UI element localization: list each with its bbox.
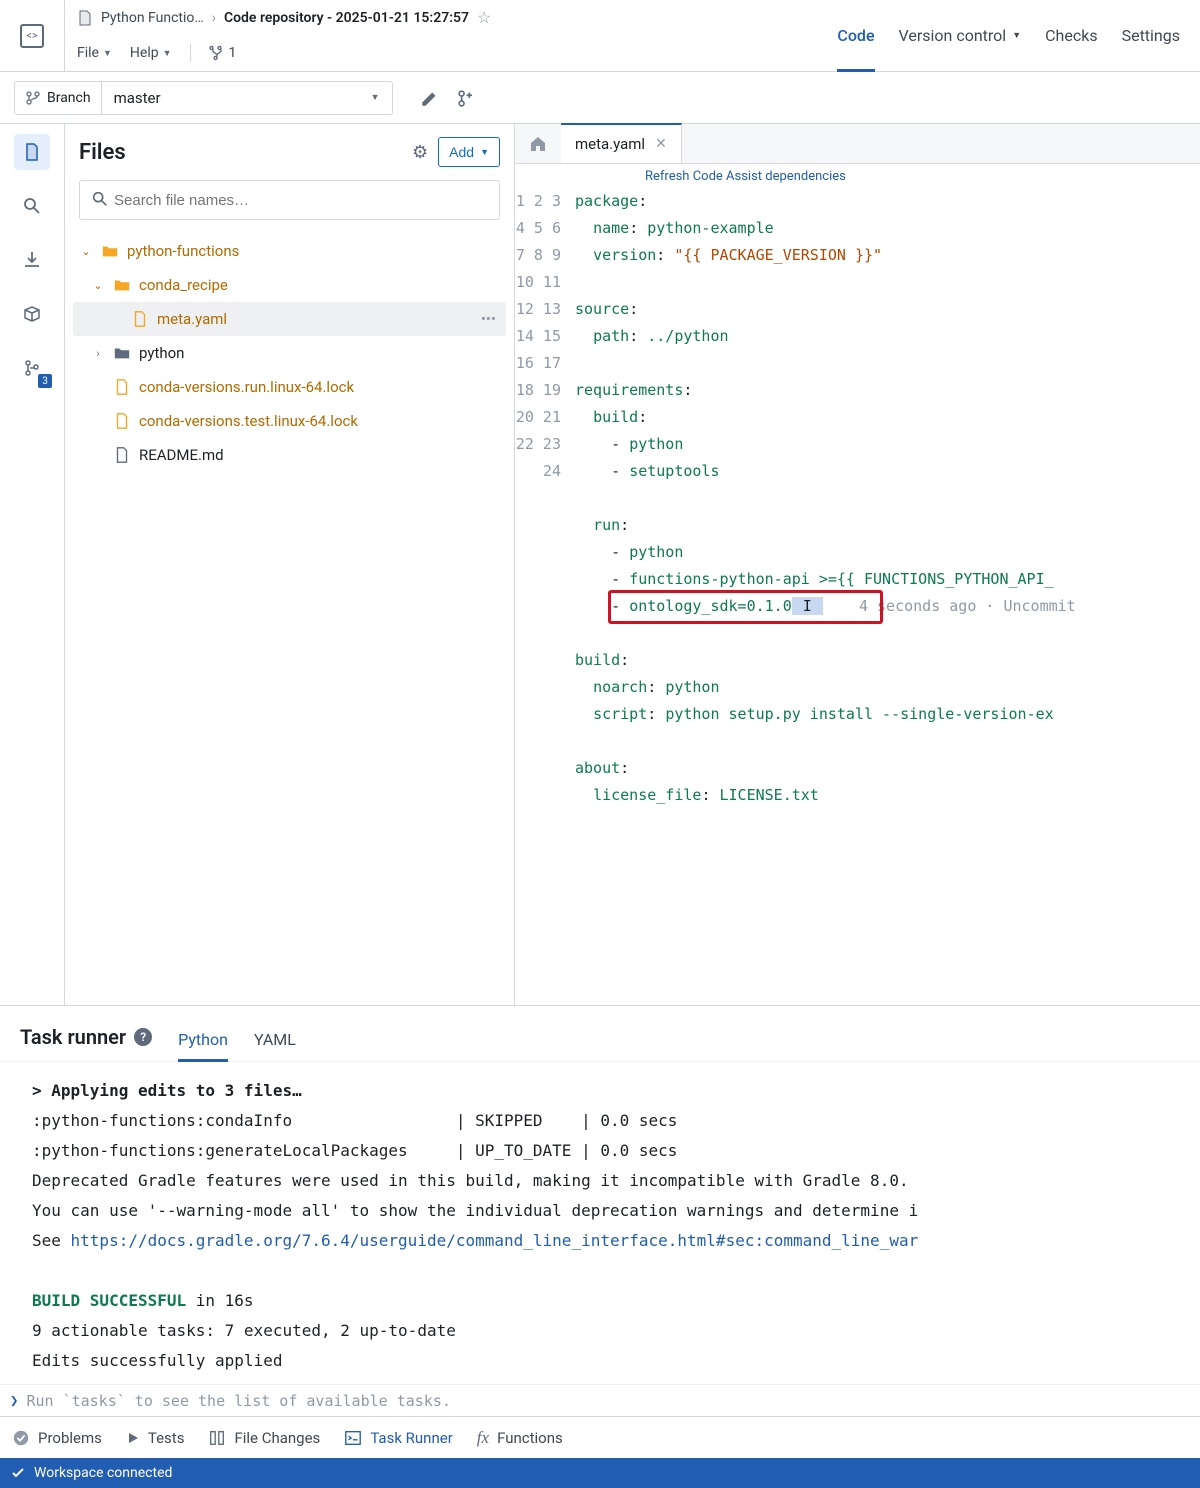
search-input[interactable]	[79, 180, 500, 220]
check-icon	[10, 1465, 26, 1481]
tree-file-meta[interactable]: meta.yaml •••	[73, 302, 506, 336]
task-tab-yaml[interactable]: YAML	[254, 1030, 296, 1061]
status-task-runner[interactable]: Task Runner	[344, 1429, 452, 1447]
rail-download[interactable]	[14, 242, 50, 278]
left-rail: 3	[0, 124, 65, 1005]
code-lines[interactable]: package: name: python-example version: "…	[575, 188, 1200, 1005]
menu-file[interactable]: File▼	[77, 45, 112, 61]
fork-indicator[interactable]: 1	[209, 45, 237, 61]
breadcrumb-current[interactable]: Code repository - 2025-01-21 15:27:57	[224, 10, 469, 26]
console-prompt[interactable]: ❯ Run `tasks` to see the list of availab…	[0, 1384, 1200, 1416]
task-header: Task runner ? Python YAML	[0, 1006, 1200, 1062]
top-bar: <> Python Functio… › Code repository - 2…	[0, 0, 1200, 72]
tree-file-lock1[interactable]: conda-versions.run.linux-64.lock	[73, 370, 506, 404]
rail-search[interactable]	[14, 188, 50, 224]
task-panel: Task runner ? Python YAML > Applying edi…	[0, 1005, 1200, 1416]
menu-help[interactable]: Help▼	[130, 45, 172, 61]
add-button[interactable]: Add▼	[438, 137, 500, 167]
tab-code[interactable]: Code	[837, 0, 874, 72]
main-area: 3 Files ⚙ Add▼ ⌄ python-functions ⌄ con	[0, 124, 1200, 1005]
branch-icon	[25, 90, 41, 106]
search-icon	[22, 196, 42, 216]
rail-files[interactable]	[14, 134, 50, 170]
branch-dropdown[interactable]: master ▼	[102, 82, 392, 114]
gear-icon[interactable]: ⚙	[412, 142, 428, 163]
tree-file-lock2[interactable]: conda-versions.test.linux-64.lock	[73, 404, 506, 438]
tab-checks[interactable]: Checks	[1045, 0, 1097, 72]
close-icon[interactable]: ✕	[655, 136, 667, 152]
top-main: Python Functio… › Code repository - 2025…	[65, 0, 837, 71]
status-tests[interactable]: Tests	[126, 1429, 185, 1447]
editor-tab-meta[interactable]: meta.yaml ✕	[561, 123, 682, 163]
console-output: > Applying edits to 3 files… :python-fun…	[0, 1062, 1200, 1384]
files-title: Files	[79, 140, 126, 165]
file-tree: ⌄ python-functions ⌄ conda_recipe meta.y…	[65, 230, 514, 1005]
menu-row: File▼ Help▼ 1	[77, 36, 825, 72]
workspace-bar[interactable]: Workspace connected	[0, 1458, 1200, 1488]
branch-bar: Branch master ▼	[0, 72, 1200, 124]
tree-file-readme[interactable]: README.md	[73, 438, 506, 472]
breadcrumb: Python Functio… › Code repository - 2025…	[77, 0, 825, 36]
menu-divider	[190, 44, 191, 62]
gutter: 1 2 3 4 5 6 7 8 9 10 11 12 13 14 15 16 1…	[515, 188, 575, 1005]
app-icon-box: <>	[0, 0, 65, 71]
tree-folder-conda[interactable]: ⌄ conda_recipe	[73, 268, 506, 302]
toolbar-icons	[419, 87, 477, 109]
branch-label: Branch	[15, 82, 102, 114]
terminal-icon	[344, 1429, 362, 1447]
rail-git[interactable]: 3	[14, 350, 50, 386]
tree-folder-python[interactable]: › python	[73, 336, 506, 370]
branch-selector[interactable]: Branch master ▼	[14, 81, 393, 115]
task-title: Task runner ?	[20, 1025, 152, 1061]
status-file-changes[interactable]: File Changes	[208, 1429, 320, 1447]
breadcrumb-project[interactable]: Python Functio…	[101, 10, 204, 26]
files-header: Files ⚙ Add▼	[65, 124, 514, 180]
diff-icon	[208, 1429, 226, 1447]
code-editor[interactable]: 1 2 3 4 5 6 7 8 9 10 11 12 13 14 15 16 1…	[515, 188, 1200, 1005]
fork-icon	[209, 45, 225, 61]
pencil-icon[interactable]	[419, 87, 441, 109]
more-icon[interactable]: •••	[481, 310, 500, 328]
search-wrap	[65, 180, 514, 230]
check-circle-icon	[12, 1429, 30, 1447]
git-badge: 3	[38, 374, 52, 388]
status-problems[interactable]: Problems	[12, 1429, 102, 1447]
tab-version-control[interactable]: Version control▼	[899, 0, 1022, 72]
status-functions[interactable]: fx Functions	[477, 1428, 563, 1448]
search-icon	[91, 190, 109, 208]
files-panel: Files ⚙ Add▼ ⌄ python-functions ⌄ conda_…	[65, 124, 515, 1005]
editor-area: meta.yaml ✕ Refresh Code Assist dependen…	[515, 124, 1200, 1005]
home-icon	[528, 134, 548, 154]
star-icon[interactable]: ☆	[477, 8, 491, 27]
tab-settings[interactable]: Settings	[1122, 0, 1180, 72]
new-branch-icon[interactable]	[455, 87, 477, 109]
fx-icon: fx	[477, 1428, 489, 1448]
tree-folder-root[interactable]: ⌄ python-functions	[73, 234, 506, 268]
package-icon	[22, 304, 42, 324]
status-bar: Problems Tests File Changes Task Runner …	[0, 1416, 1200, 1458]
prompt-caret-icon: ❯	[10, 1393, 18, 1409]
download-icon	[22, 250, 42, 270]
rail-package[interactable]	[14, 296, 50, 332]
file-icon	[22, 142, 42, 162]
refresh-link[interactable]: Refresh Code Assist dependencies	[515, 164, 1200, 188]
editor-tabs: meta.yaml ✕	[515, 124, 1200, 164]
files-actions: ⚙ Add▼	[412, 137, 500, 167]
app-icon: <>	[20, 24, 44, 48]
top-tabs: Code Version control▼ Checks Settings	[837, 0, 1200, 71]
home-tab[interactable]	[515, 124, 561, 163]
file-icon	[77, 10, 93, 26]
breadcrumb-separator: ›	[212, 10, 216, 26]
task-tab-python[interactable]: Python	[178, 1030, 228, 1061]
help-icon[interactable]: ?	[134, 1028, 152, 1046]
play-icon	[126, 1431, 140, 1445]
